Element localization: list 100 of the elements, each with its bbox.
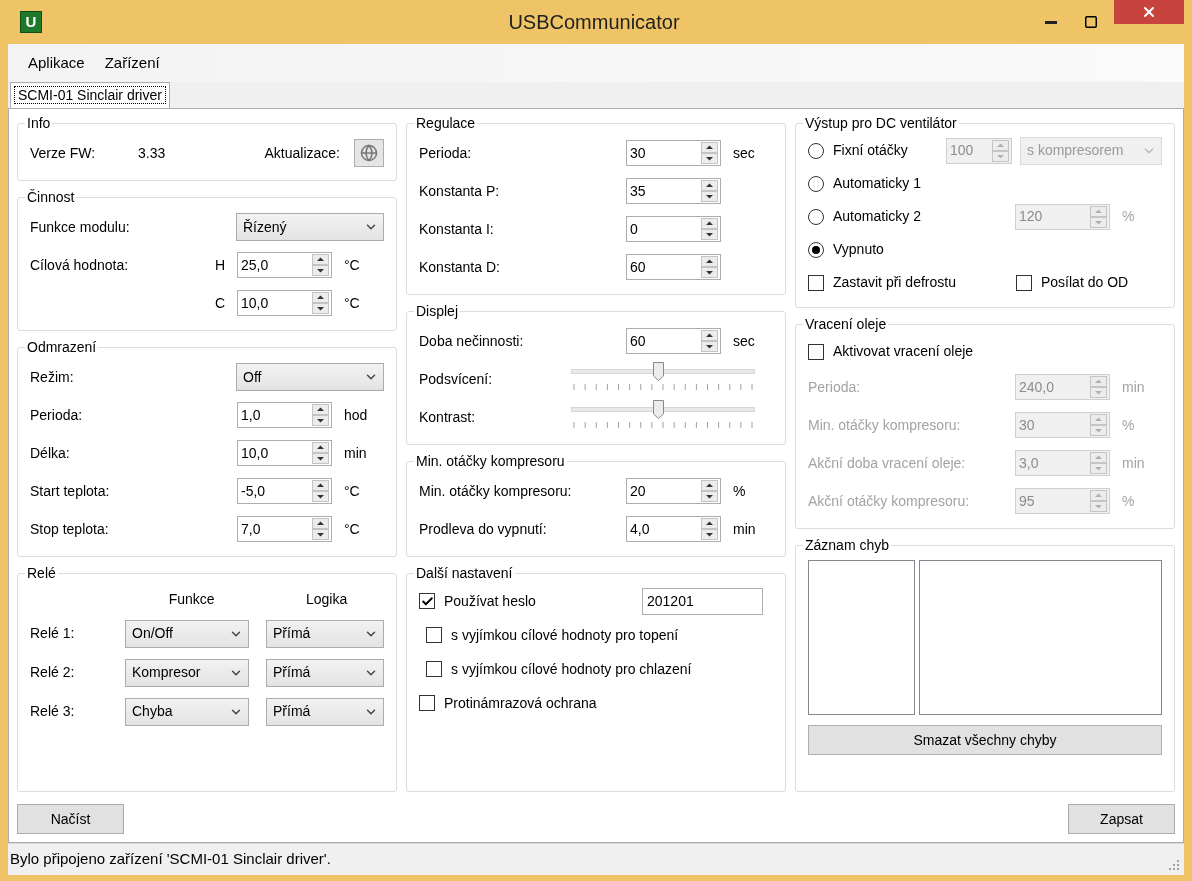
field-label: Relé 2: (30, 663, 76, 682)
dropdown[interactable]: Přímá (266, 697, 384, 726)
slider-thumb[interactable] (652, 362, 664, 381)
unit-label: sec (733, 331, 755, 351)
spin-field[interactable]: 25,0 (237, 252, 332, 278)
field-label: Vypnuto (833, 240, 885, 259)
spin-field[interactable]: 20 (626, 478, 721, 504)
field-label: Min. otáčky kompresoru: (419, 481, 573, 501)
maximize-icon (1084, 15, 1098, 29)
field-label: Relé 1: (30, 624, 76, 643)
dropdown[interactable]: Přímá (266, 658, 384, 687)
unit-label: °C (344, 255, 360, 275)
spin-buttons[interactable] (312, 518, 329, 540)
spin-field[interactable]: -5,0 (237, 478, 332, 504)
spin-buttons[interactable] (312, 404, 329, 426)
tab[interactable]: SCMI-01 Sinclair driver (10, 82, 170, 108)
spin-field[interactable]: 10,0 (237, 290, 332, 316)
slider-thumb[interactable] (652, 400, 664, 419)
spin-field[interactable]: 60 (626, 254, 721, 280)
spin-field[interactable]: 4,0 (626, 516, 721, 542)
window-title: USBCommunicator (507, 10, 681, 35)
update-button[interactable] (354, 139, 384, 167)
checkbox[interactable] (419, 593, 435, 609)
action-button[interactable]: Zapsat (1068, 804, 1175, 834)
spin-buttons[interactable] (701, 256, 718, 278)
field-label: Režim: (30, 367, 75, 387)
unit-label: °C (344, 519, 360, 539)
field-label: Posílat do OD (1041, 273, 1129, 292)
dropdown[interactable]: Off (236, 363, 384, 391)
spin-buttons[interactable] (701, 218, 718, 240)
spin-field[interactable]: 60 (626, 328, 721, 354)
spin-buttons[interactable] (312, 442, 329, 464)
field-label: s vyjímkou cílové hodnoty pro topení (451, 625, 679, 645)
dropdown[interactable]: Kompresor (125, 658, 249, 687)
spin-field[interactable]: 1,0 (237, 402, 332, 428)
spin-buttons[interactable] (701, 142, 718, 164)
minimize-icon (1045, 20, 1057, 24)
column-header: Logika (304, 589, 349, 609)
field-label: Min. otáčky kompresoru: (808, 415, 962, 435)
dropdown[interactable]: Přímá (266, 619, 384, 648)
spin-buttons[interactable] (701, 480, 718, 502)
field-label: Perioda: (419, 143, 473, 163)
spin-field[interactable]: 30 (626, 140, 721, 166)
error-list[interactable] (808, 560, 915, 715)
group-title: Displej (415, 302, 459, 321)
spin-field[interactable]: 7,0 (237, 516, 332, 542)
unit-label: °C (344, 481, 360, 501)
dropdown[interactable]: On/Off (125, 619, 249, 648)
dropdown[interactable]: Řízený (236, 213, 384, 241)
radio-button[interactable] (808, 241, 824, 258)
radio-button[interactable] (808, 175, 824, 192)
password-field[interactable]: 201201 (642, 587, 763, 615)
column-header: Funkce (167, 589, 216, 609)
spin-buttons[interactable] (312, 480, 329, 502)
menu-item[interactable]: Aplikace (22, 51, 91, 75)
checkbox[interactable] (808, 343, 824, 360)
spin-field[interactable]: 0 (626, 216, 721, 242)
field-label: Zastavit při defrostu (833, 273, 956, 292)
field-label: Stop teplota: (30, 519, 110, 539)
field-label: Cílová hodnota: (30, 255, 130, 275)
field-label: Funkce modulu: (30, 217, 131, 237)
field-label: Doba nečinnosti: (419, 331, 525, 351)
field-label: Aktivovat vracení oleje (833, 342, 974, 361)
unit-label: min (344, 443, 367, 463)
checkbox[interactable] (1016, 274, 1032, 291)
spin-buttons[interactable] (701, 330, 718, 352)
field-label: Konstanta P: (419, 181, 501, 201)
dropdown[interactable]: Chyba (125, 697, 249, 726)
spin-buttons[interactable] (701, 180, 718, 202)
unit-label: % (1122, 415, 1135, 435)
unit-label: °C (344, 293, 360, 313)
close-button[interactable] (1114, 0, 1184, 24)
group-title: Regulace (415, 114, 477, 133)
checkbox[interactable] (426, 661, 442, 677)
spin-buttons[interactable] (312, 292, 329, 314)
field-label: Fixní otáčky (833, 141, 909, 160)
group-title: Výstup pro DC ventilátor (804, 114, 958, 133)
field-label: Relé 3: (30, 702, 76, 721)
app-logo: U (20, 11, 42, 33)
firmware-version: 3.33 (138, 143, 167, 163)
menu-item[interactable]: Zařízení (98, 51, 166, 75)
checkbox[interactable] (808, 274, 824, 291)
field-label: Kontrast: (419, 407, 477, 427)
spin-buttons[interactable] (701, 518, 718, 540)
error-list[interactable] (919, 560, 1162, 715)
radio-button[interactable] (808, 142, 824, 159)
clear-errors-button[interactable]: Smazat všechny chyby (808, 725, 1162, 755)
unit-label: % (1122, 491, 1135, 511)
field-label: Akční doba vracení oleje: (808, 453, 967, 473)
spin-field[interactable]: 10,0 (237, 440, 332, 466)
radio-button[interactable] (808, 208, 824, 225)
checkbox[interactable] (426, 627, 442, 643)
spin-buttons[interactable] (312, 254, 329, 276)
prefix-label: H (214, 255, 225, 275)
field-label: Protinámrazová ochrana (444, 693, 597, 713)
action-button[interactable]: Načíst (17, 804, 124, 834)
checkbox[interactable] (419, 695, 435, 711)
unit-label: min (1122, 377, 1145, 397)
spin-field[interactable]: 35 (626, 178, 721, 204)
field-label: Prodleva do vypnutí: (419, 519, 548, 539)
